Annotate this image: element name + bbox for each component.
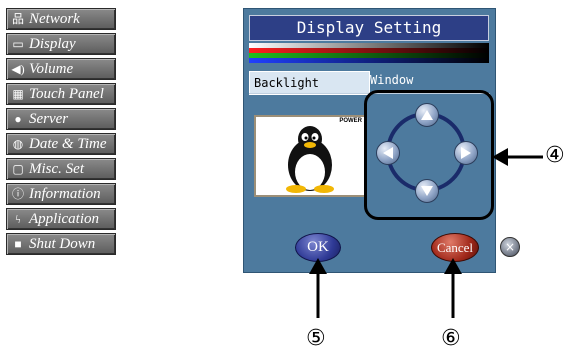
sidebar-item-label: Shut Down xyxy=(29,236,96,252)
sidebar-item-label: Misc. Set xyxy=(29,161,84,177)
speaker-icon: ◀) xyxy=(11,62,25,76)
move-left-button[interactable] xyxy=(376,141,400,165)
arrow-right-icon xyxy=(461,147,471,159)
close-button[interactable]: × xyxy=(500,237,520,257)
ok-button[interactable]: OK xyxy=(295,233,341,262)
sidebar-item-label: Date & Time xyxy=(29,136,107,152)
window-preview: POWER xyxy=(254,115,366,197)
callout-four: ④ xyxy=(545,143,565,168)
sidebar-item-label: Server xyxy=(29,111,69,127)
sidebar-item-label: Application xyxy=(29,211,99,227)
sidebar-item-volume[interactable]: ◀) Volume xyxy=(6,58,116,80)
sidebar-item-date-time[interactable]: ◍ Date & Time xyxy=(6,133,116,155)
display-icon: ▭ xyxy=(12,37,24,51)
arrow-down-icon xyxy=(421,186,433,196)
server-icon: ● xyxy=(14,112,22,126)
sidebar-item-label: Network xyxy=(29,11,80,27)
network-icon: 品 xyxy=(11,12,24,26)
shutdown-icon: ■ xyxy=(14,237,22,251)
callout-six: ⑥ xyxy=(441,326,461,351)
arrow-left-icon xyxy=(383,147,393,159)
sidebar-item-label: Information xyxy=(29,186,101,202)
cancel-button[interactable]: Cancel xyxy=(431,233,479,262)
misc-icon: ▢ xyxy=(12,162,24,176)
tab-backlight[interactable]: Backlight xyxy=(249,71,370,95)
sidebar-item-network[interactable]: 品 Network xyxy=(6,8,116,30)
move-up-button[interactable] xyxy=(415,103,439,127)
sidebar-item-shut-down[interactable]: ■ Shut Down xyxy=(6,233,116,255)
display-setting-panel: Display Setting Backlight Window POWER O… xyxy=(243,8,496,273)
power-badge: POWER xyxy=(339,118,362,124)
tab-window-label: Window xyxy=(370,73,414,87)
lightning-icon: ϟ xyxy=(15,212,21,226)
info-icon: ⓘ xyxy=(11,187,24,201)
sidebar-item-label: Touch Panel xyxy=(29,86,104,102)
sidebar-item-application[interactable]: ϟ Application xyxy=(6,208,116,230)
sidebar-item-information[interactable]: ⓘ Information xyxy=(6,183,116,205)
position-dpad xyxy=(364,90,494,220)
sidebar-item-display[interactable]: ▭ Display xyxy=(6,33,116,55)
sidebar-item-server[interactable]: ● Server xyxy=(6,108,116,130)
touch-panel-icon: ▦ xyxy=(12,87,24,101)
sidebar-item-touch-panel[interactable]: ▦ Touch Panel xyxy=(6,83,116,105)
sidebar-item-misc-set[interactable]: ▢ Misc. Set xyxy=(6,158,116,180)
page-title: Display Setting xyxy=(249,15,489,41)
tab-window[interactable]: Window xyxy=(370,69,488,91)
penguin-icon xyxy=(286,126,334,193)
arrow-up-icon xyxy=(421,110,433,120)
sidebar-item-label: Display xyxy=(29,36,76,52)
move-down-button[interactable] xyxy=(415,179,439,203)
globe-clock-icon: ◍ xyxy=(12,137,24,151)
color-gradient-bar xyxy=(249,43,489,63)
callout-five: ⑤ xyxy=(306,326,326,351)
move-right-button[interactable] xyxy=(454,141,478,165)
sidebar-item-label: Volume xyxy=(29,61,74,77)
